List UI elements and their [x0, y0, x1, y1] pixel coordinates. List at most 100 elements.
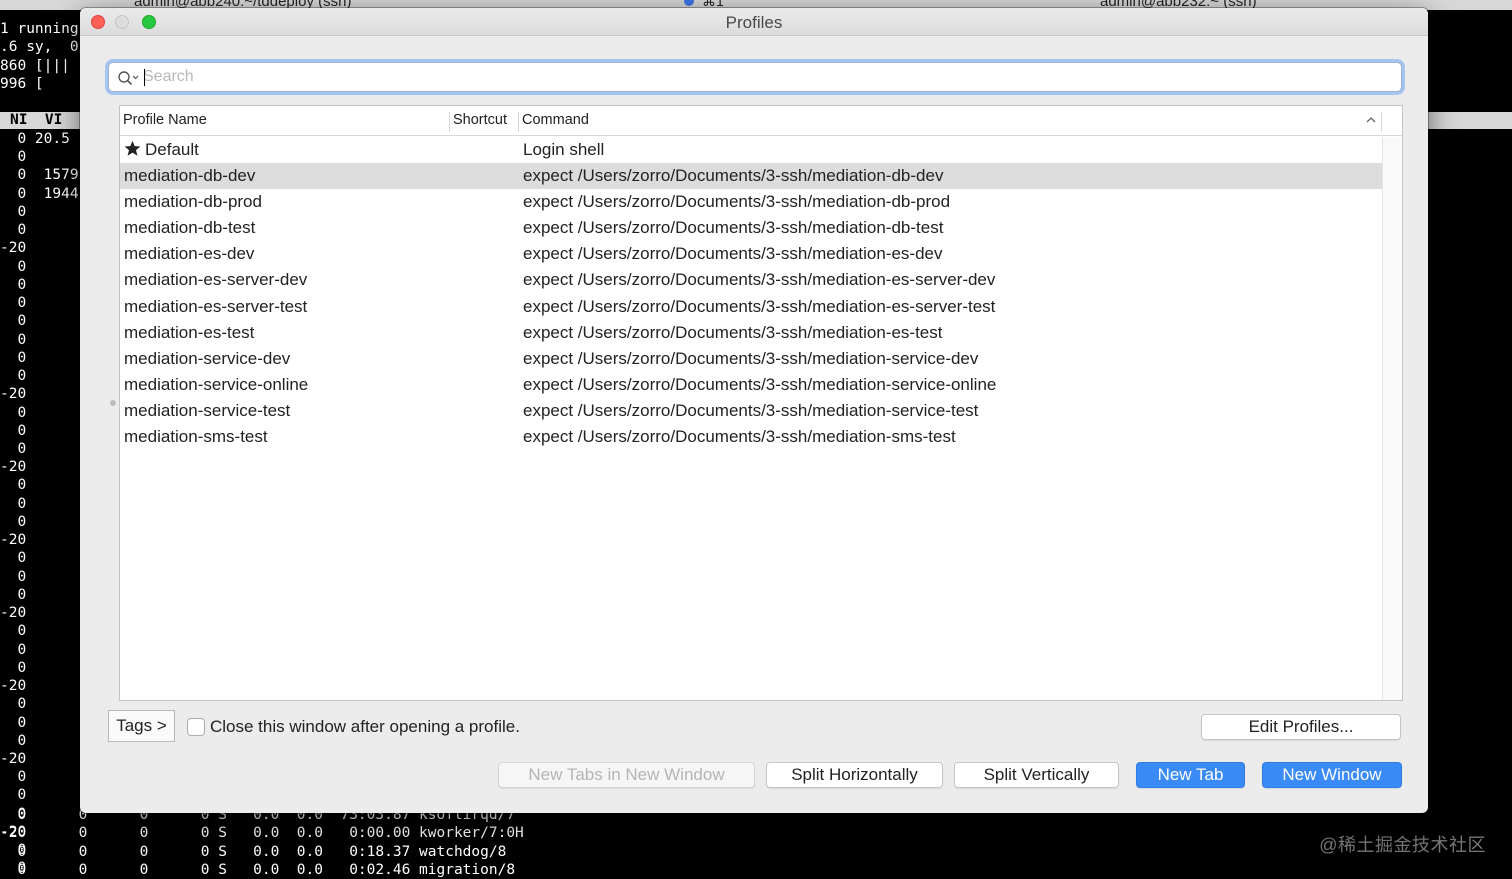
title-bar[interactable]: Profiles: [80, 8, 1428, 36]
tab-activity-dot-icon: [684, 0, 694, 6]
column-divider: [1381, 112, 1382, 132]
search-field[interactable]: [108, 62, 1402, 92]
profile-command: expect /Users/zorro/Documents/3-ssh/medi…: [523, 322, 943, 342]
profile-name-cell: Default: [124, 140, 199, 160]
terminal-line: -20: [0, 750, 27, 767]
terminal-line: 0: [0, 404, 27, 421]
column-divider[interactable]: [449, 112, 450, 132]
terminal-line: 0 20.5: [0, 131, 70, 147]
terminal-line: 0: [0, 732, 27, 749]
terminal-line: 0: [0, 258, 27, 275]
terminal-line: -20: [0, 605, 27, 622]
terminal-line: 0: [0, 769, 27, 786]
profile-command: expect /Users/zorro/Documents/3-ssh/medi…: [523, 244, 943, 264]
table-row[interactable]: mediation-db-dev expect /Users/zorro/Docu…: [120, 163, 1382, 190]
profile-command: expect /Users/zorro/Documents/3-ssh/medi…: [523, 348, 979, 368]
table-row[interactable]: mediation-service-online expect /Users/zo…: [120, 372, 1382, 398]
profile-name-cell: mediation-es-server-test: [124, 297, 307, 317]
terminal-line: -20 0 0 0 S 0.0 0.0 0:00.00 kworker/7:0H: [0, 825, 524, 842]
search-input[interactable]: [143, 65, 1383, 89]
profile-command: expect /Users/zorro/Documents/3-ssh/medi…: [523, 296, 996, 316]
terminal-line: -20: [0, 532, 27, 549]
profile-command: Login shell: [523, 140, 605, 159]
terminal-line: 0: [0, 550, 27, 567]
table-row[interactable]: mediation-sms-test expect /Users/zorro/Do…: [120, 424, 1382, 450]
profile-name: mediation-es-dev: [124, 244, 255, 264]
terminal-left-output: 0 20.5 0 0 1579 0 1944 0 0 -20 0 0 0 0 0 …: [0, 130, 79, 878]
table-row[interactable]: mediation-es-server-test expect /Users/zo…: [120, 294, 1382, 320]
profile-name: mediation-es-server-dev: [124, 270, 308, 290]
tags-button[interactable]: Tags >: [108, 710, 175, 742]
close-after-open-label[interactable]: Close this window after opening a profil…: [210, 717, 520, 737]
watermark: @稀土掘金技术社区: [1319, 835, 1486, 855]
terminal-line: 0: [0, 203, 27, 220]
terminal-line: -20: [0, 240, 27, 257]
terminal-line: 0: [0, 276, 27, 293]
profile-name-cell: mediation-es-dev: [124, 244, 254, 264]
terminal-line: 0: [0, 495, 27, 512]
table-row[interactable]: mediation-db-test expect /Users/zorro/Doc…: [120, 215, 1382, 241]
terminal-line: 0 1579: [0, 167, 79, 184]
profile-name-cell: mediation-es-test: [124, 323, 254, 343]
vertical-scrollbar[interactable]: [1382, 137, 1402, 700]
table-row[interactable]: mediation-es-test expect /Users/zorro/Doc…: [120, 320, 1382, 346]
terminal-line: 0 0 0 0 S 0.0 0.0 0:02.46 migration/8: [0, 861, 516, 878]
profiles-table: Profile Name Shortcut Command Default Log…: [119, 105, 1403, 701]
sort-ascending-icon[interactable]: [1364, 114, 1378, 126]
profile-command: expect /Users/zorro/Documents/3-ssh/medi…: [523, 166, 944, 186]
table-header: Profile Name Shortcut Command: [120, 106, 1402, 136]
profiles-dialog: Profiles Profile Name Shortcut Command D…: [80, 8, 1428, 813]
column-header-shortcut[interactable]: Shortcut: [453, 112, 507, 128]
profile-name-cell: mediation-sms-test: [124, 427, 268, 447]
terminal-line: -20: [0, 459, 27, 476]
terminal-line: 0: [0, 641, 27, 658]
terminal-line: -20: [0, 678, 27, 695]
profile-name: mediation-es-test: [124, 322, 255, 342]
terminal-line: 0: [0, 513, 27, 530]
profile-command: expect /Users/zorro/Documents/3-ssh/medi…: [523, 427, 956, 447]
terminal-line: 0: [0, 149, 27, 166]
table-row[interactable]: mediation-es-dev expect /Users/zorro/Docu…: [120, 241, 1382, 267]
terminal-line: -20: [0, 386, 27, 403]
new-tabs-in-new-window-button[interactable]: New Tabs in New Window: [498, 762, 755, 788]
search-icon[interactable]: [117, 69, 141, 87]
profile-name: Default: [145, 140, 199, 159]
profile-name: mediation-es-server-test: [124, 296, 308, 316]
new-window-button[interactable]: New Window: [1262, 762, 1402, 788]
terminal-line: 0 1944: [0, 185, 79, 202]
profile-name-cell: mediation-service-online: [124, 375, 308, 395]
terminal-line: 0: [0, 295, 27, 312]
profile-name: mediation-service-test: [124, 400, 291, 420]
close-after-open-checkbox[interactable]: [187, 718, 205, 736]
terminal-line: 0: [0, 568, 27, 585]
column-header-profile-name[interactable]: Profile Name: [123, 112, 207, 128]
table-row[interactable]: mediation-db-prod expect /Users/zorro/Doc…: [120, 189, 1382, 215]
profile-name: mediation-service-dev: [124, 348, 291, 368]
terminal-line: 0: [0, 477, 27, 494]
table-row[interactable]: Default Login shell: [120, 137, 1382, 163]
resize-handle-icon[interactable]: [110, 400, 116, 406]
profile-name: mediation-db-prod: [124, 192, 262, 212]
profile-command: expect /Users/zorro/Documents/3-ssh/medi…: [523, 270, 996, 290]
terminal-line: 0: [0, 331, 27, 348]
column-divider[interactable]: [518, 112, 519, 132]
terminal-line: 0 0 0 0 S 0.0 0.0 0:18.37 watchdog/8: [0, 843, 507, 860]
column-header-command[interactable]: Command: [522, 112, 589, 128]
table-row[interactable]: mediation-service-dev expect /Users/zorro…: [120, 346, 1382, 372]
table-row[interactable]: mediation-es-server-dev expect /Users/zor…: [120, 267, 1382, 293]
table-row[interactable]: mediation-service-test expect /Users/zorr…: [120, 398, 1382, 424]
terminal-line: 0: [0, 313, 27, 330]
terminal-line: 860 [|||: [0, 57, 70, 74]
table-body: Default Login shell mediation-db-dev expect…: [120, 137, 1382, 450]
terminal-line: 0: [0, 422, 27, 439]
new-tab-button[interactable]: New Tab: [1136, 762, 1245, 788]
profile-name: mediation-sms-test: [124, 427, 268, 447]
split-vertically-button[interactable]: Split Vertically: [954, 762, 1119, 788]
text-caret: [144, 69, 145, 86]
terminal-line: 0: [0, 222, 27, 239]
split-horizontally-button[interactable]: Split Horizontally: [766, 762, 943, 788]
profile-name-cell: mediation-service-dev: [124, 349, 290, 369]
terminal-top-output: 1 running .6 sy, 0 860 [||| 996 [: [0, 20, 79, 93]
edit-profiles-button[interactable]: Edit Profiles...: [1201, 714, 1401, 740]
profile-name-cell: mediation-es-server-dev: [124, 270, 307, 290]
